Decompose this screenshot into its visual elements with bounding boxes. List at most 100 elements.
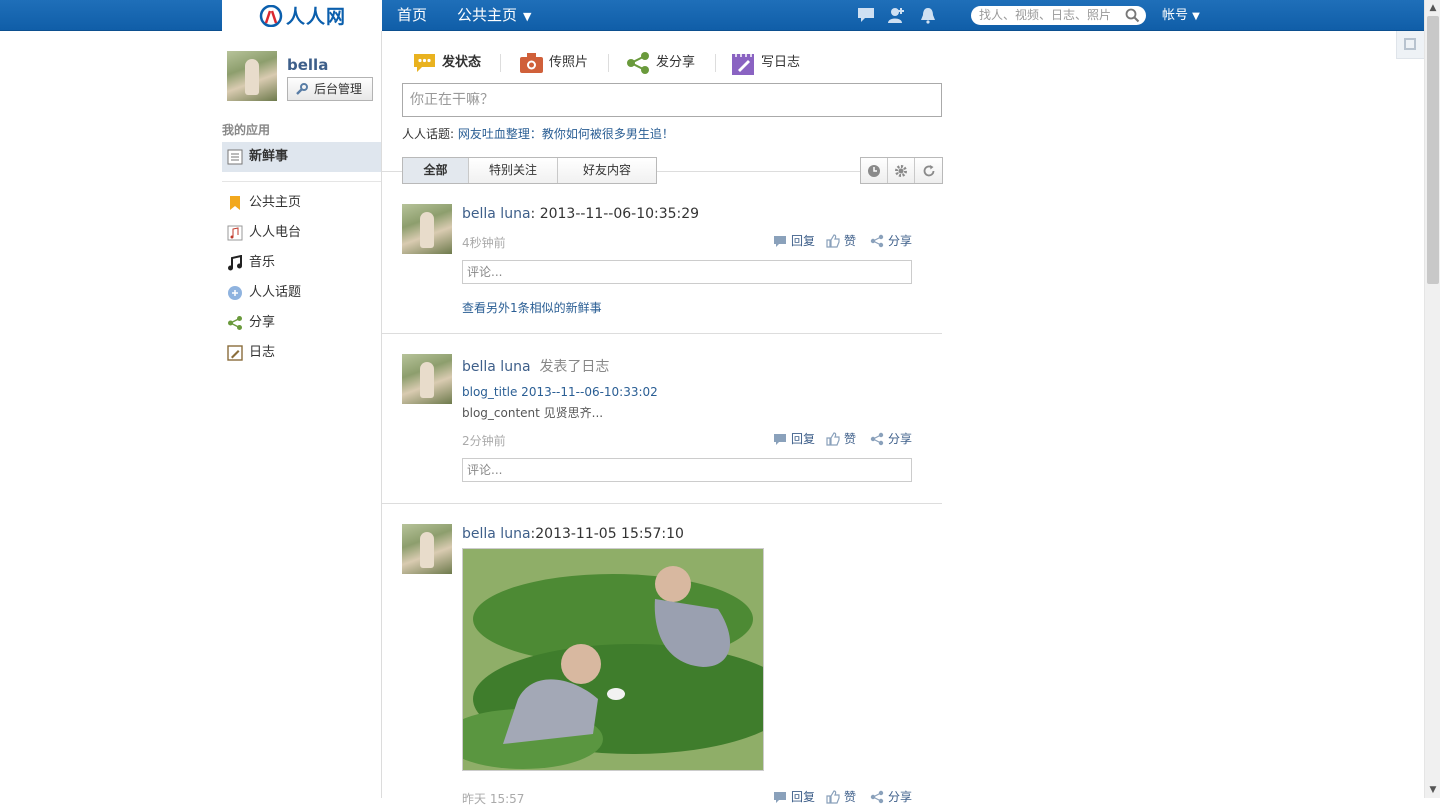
tab-all[interactable]: 全部 xyxy=(403,158,469,183)
search-placeholder: 找人、视频、日志、照片 xyxy=(979,8,1112,22)
comment-icon xyxy=(774,434,786,445)
sidebar-item-news-feed-entry: 新鲜事 xyxy=(227,147,288,167)
scrollbar-thumb[interactable] xyxy=(1427,16,1439,284)
sidebar-item-blog[interactable]: 日志 xyxy=(227,343,275,363)
notepad-icon xyxy=(732,52,754,75)
comment-icon xyxy=(774,236,786,247)
share-button[interactable]: 分享 xyxy=(870,431,912,447)
tab-write-blog[interactable]: 写日志 xyxy=(731,50,800,76)
feed-item-header: bella luna 发表了日志 xyxy=(462,356,609,376)
share-label: 分享 xyxy=(888,432,913,446)
share-icon xyxy=(870,234,884,248)
scroll-up-arrow-icon[interactable]: ▲ xyxy=(1428,3,1438,13)
tab-share[interactable]: 发分享 xyxy=(626,50,695,76)
search-icon[interactable] xyxy=(1125,8,1140,23)
tab-share-label: 发分享 xyxy=(656,55,696,70)
sidebar-item-public-page[interactable]: 公共主页 xyxy=(227,193,301,213)
feed-author[interactable]: bella luna xyxy=(462,526,531,542)
reply-button[interactable]: 回复 xyxy=(773,233,815,249)
renren-logo[interactable]: 人人网 xyxy=(222,0,382,31)
admin-button[interactable]: 后台管理 xyxy=(287,77,373,101)
sidebar-item-label: 人人话题 xyxy=(249,285,302,300)
feed-text: : 2013--11--06-10:35:29 xyxy=(530,206,700,222)
my-apps-heading: 我的应用 xyxy=(222,123,271,137)
settings-button[interactable] xyxy=(888,158,915,183)
reply-button[interactable]: 回复 xyxy=(773,789,815,805)
share-label: 分享 xyxy=(888,234,913,248)
feed-text: :2013-11-05 15:57:10 xyxy=(530,526,684,542)
more-similar-link[interactable]: 查看另外1条相似的新鲜事 xyxy=(462,299,602,316)
feed-author[interactable]: bella luna xyxy=(462,359,531,375)
corner-badge[interactable] xyxy=(1396,31,1424,59)
vertical-scrollbar[interactable]: ▲ ▼ xyxy=(1424,0,1440,798)
share-icon xyxy=(228,316,242,330)
chevron-down-icon: ▼ xyxy=(1192,11,1200,22)
thumbs-up-icon xyxy=(826,234,840,248)
like-button[interactable]: 赞 xyxy=(826,233,856,249)
thumbs-up-icon xyxy=(826,432,840,446)
top-navigation-bar: 人人网 首页 公共主页 ▼ 找人、视频、日志、照片 帐号 ▼ xyxy=(0,0,1424,31)
account-menu[interactable]: 帐号 ▼ xyxy=(1162,0,1200,31)
tab-upload-photo[interactable]: 传照片 xyxy=(519,50,588,76)
nav-public-page-menu[interactable]: 公共主页 ▼ xyxy=(457,0,531,31)
feed-avatar[interactable] xyxy=(402,524,452,574)
left-sidebar: bella 后台管理 我的应用 新鲜事 公共主页 人人电台 音乐 人人话题 分享 xyxy=(222,31,382,798)
wrench-icon xyxy=(296,83,308,95)
search-input[interactable]: 找人、视频、日志、照片 xyxy=(971,6,1146,25)
sidebar-item-music[interactable]: 音乐 xyxy=(227,253,275,273)
sidebar-divider xyxy=(222,181,381,182)
friend-request-icon[interactable] xyxy=(886,6,906,24)
refresh-button[interactable] xyxy=(915,158,942,183)
reply-label: 回复 xyxy=(791,790,816,804)
user-name[interactable]: bella xyxy=(287,56,328,74)
like-label: 赞 xyxy=(844,432,857,446)
reply-button[interactable]: 回复 xyxy=(773,431,815,447)
tab-special-follow[interactable]: 特别关注 xyxy=(469,158,558,183)
logo-text: 人人网 xyxy=(285,6,346,28)
status-input[interactable]: 你正在干嘛？ xyxy=(402,83,942,117)
sidebar-item-share[interactable]: 分享 xyxy=(227,313,275,333)
blog-title-link[interactable]: blog_title 2013--11--06-10:33:02 xyxy=(462,385,658,399)
share-icon xyxy=(627,52,649,74)
sidebar-item-label: 人人电台 xyxy=(249,225,302,240)
share-button[interactable]: 分享 xyxy=(870,789,912,805)
feed-time: 2分钟前 xyxy=(462,434,506,448)
comment-icon xyxy=(774,792,786,803)
feed-avatar[interactable] xyxy=(402,354,452,404)
status-placeholder: 你正在干嘛？ xyxy=(410,92,494,108)
bookmark-icon xyxy=(230,196,240,210)
sidebar-item-label: 公共主页 xyxy=(249,195,302,210)
comment-input[interactable]: 评论... xyxy=(462,260,912,284)
scroll-down-arrow-icon[interactable]: ▼ xyxy=(1428,785,1438,795)
user-avatar[interactable] xyxy=(227,51,277,101)
topic-label: 人人话题: xyxy=(402,127,455,141)
admin-button-label: 后台管理 xyxy=(314,82,363,96)
like-button[interactable]: 赞 xyxy=(826,431,856,447)
share-button[interactable]: 分享 xyxy=(870,233,912,249)
feed-item-header: bella luna: 2013--11--06-10:35:29 xyxy=(462,206,699,222)
feed-divider xyxy=(382,333,942,334)
message-icon[interactable] xyxy=(856,6,876,24)
tab-post-status-label: 发状态 xyxy=(442,55,482,70)
feed-author[interactable]: bella luna xyxy=(462,206,531,222)
tab-separator xyxy=(608,54,609,72)
thumbs-up-icon xyxy=(826,790,840,804)
chevron-down-icon: ▼ xyxy=(523,10,532,23)
feed-time: 昨天 15:57 xyxy=(462,792,525,806)
comment-placeholder: 评论... xyxy=(467,463,503,477)
topic-link[interactable]: 网友吐血整理：教你如何被很多男生追！ xyxy=(458,127,674,141)
feed-photo[interactable] xyxy=(462,548,764,771)
tab-post-status[interactable]: 发状态 xyxy=(412,50,481,76)
sidebar-item-topics[interactable]: 人人话题 xyxy=(227,283,301,303)
sidebar-item-news-feed[interactable]: 新鲜事 xyxy=(222,142,381,172)
nav-home-link[interactable]: 首页 xyxy=(397,0,427,31)
history-button[interactable] xyxy=(861,158,888,183)
feed-avatar[interactable] xyxy=(402,204,452,254)
notification-bell-icon[interactable] xyxy=(918,6,938,24)
tab-friend-content[interactable]: 好友内容 xyxy=(558,158,656,183)
comment-input[interactable]: 评论... xyxy=(462,458,912,482)
nav-public-label: 公共主页 xyxy=(457,6,518,24)
like-button[interactable]: 赞 xyxy=(826,789,856,805)
sidebar-item-radio[interactable]: 人人电台 xyxy=(227,223,301,243)
speech-bubble-icon xyxy=(414,54,435,72)
